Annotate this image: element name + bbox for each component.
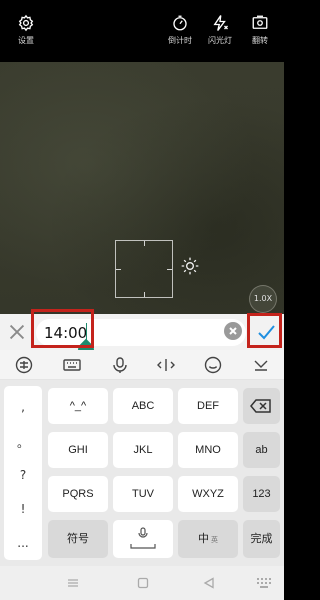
keyboard-toolbar bbox=[0, 350, 284, 380]
key-ghi[interactable]: GHI bbox=[48, 432, 108, 468]
key-def[interactable]: DEF bbox=[178, 388, 238, 424]
menu-icon[interactable] bbox=[66, 576, 80, 590]
highlight-confirm-button bbox=[247, 313, 282, 348]
collapse-keyboard-icon[interactable] bbox=[251, 356, 271, 374]
backspace-key[interactable] bbox=[243, 388, 280, 424]
key-wxyz[interactable]: WXYZ bbox=[178, 476, 238, 512]
flash-label: 闪光灯 bbox=[208, 36, 232, 45]
highlight-text-field bbox=[31, 309, 94, 348]
flip-button[interactable]: 翻转 bbox=[240, 14, 280, 46]
symbol-key[interactable]: ? bbox=[4, 468, 42, 482]
space-mic-icon bbox=[130, 527, 156, 549]
timer-label: 倒计时 bbox=[168, 36, 192, 45]
backspace-icon bbox=[250, 399, 271, 413]
back-icon[interactable] bbox=[202, 576, 216, 590]
symbol-key[interactable]: 。 bbox=[4, 434, 42, 451]
system-nav-bar bbox=[0, 566, 284, 600]
emoji-icon[interactable] bbox=[203, 356, 223, 374]
key-chinese-label: 中 bbox=[198, 533, 209, 545]
symbol-key[interactable]: ! bbox=[4, 502, 42, 516]
key-ab[interactable]: ab bbox=[243, 432, 280, 468]
flip-label: 翻转 bbox=[252, 36, 268, 45]
clear-x-icon bbox=[229, 327, 237, 335]
flip-camera-icon bbox=[252, 15, 268, 29]
key-chinese-english[interactable]: 中英 bbox=[178, 520, 238, 558]
key-done[interactable]: 完成 bbox=[243, 520, 280, 558]
gear-icon bbox=[18, 14, 34, 32]
key-123[interactable]: 123 bbox=[243, 476, 280, 512]
flash-button[interactable]: 闪光灯 bbox=[200, 14, 240, 46]
cursor-move-icon[interactable] bbox=[156, 356, 176, 374]
timer-icon bbox=[173, 15, 187, 31]
key-abc[interactable]: ABC bbox=[113, 388, 173, 424]
symbol-key[interactable]: ... bbox=[4, 536, 42, 550]
timer-button[interactable]: 倒计时 bbox=[160, 14, 200, 46]
settings-button[interactable]: 设置 bbox=[6, 14, 46, 46]
t9-keyboard: , 。 ? ! ... ^_^ ABC DEF GHI JKL MNO ab P… bbox=[0, 380, 284, 566]
keyboard-icon[interactable] bbox=[62, 356, 82, 374]
close-icon[interactable] bbox=[6, 321, 28, 343]
key-tuv[interactable]: TUV bbox=[113, 476, 173, 512]
key-emoticon[interactable]: ^_^ bbox=[48, 388, 108, 424]
space-key[interactable] bbox=[113, 520, 173, 558]
key-symbols[interactable]: 符号 bbox=[48, 520, 108, 558]
ime-logo-icon[interactable] bbox=[14, 356, 34, 374]
symbol-column[interactable]: , 。 ? ! ... bbox=[4, 386, 42, 560]
camera-top-bar: 设置 倒计时 闪光灯 翻转 bbox=[0, 0, 284, 62]
focus-frame bbox=[115, 240, 173, 298]
microphone-icon[interactable] bbox=[110, 356, 130, 374]
keyboard-switch-icon[interactable] bbox=[256, 576, 272, 590]
exposure-sun-icon[interactable] bbox=[180, 256, 200, 276]
flash-off-icon bbox=[213, 15, 228, 31]
key-jkl[interactable]: JKL bbox=[113, 432, 173, 468]
settings-label: 设置 bbox=[18, 36, 34, 45]
key-english-sub-label: 英 bbox=[211, 537, 218, 544]
key-mno[interactable]: MNO bbox=[178, 432, 238, 468]
home-icon[interactable] bbox=[136, 576, 150, 590]
symbol-key[interactable]: , bbox=[4, 400, 42, 414]
zoom-button[interactable]: 1.0X bbox=[249, 285, 277, 313]
clear-text-button[interactable] bbox=[224, 322, 242, 340]
key-pqrs[interactable]: PQRS bbox=[48, 476, 108, 512]
